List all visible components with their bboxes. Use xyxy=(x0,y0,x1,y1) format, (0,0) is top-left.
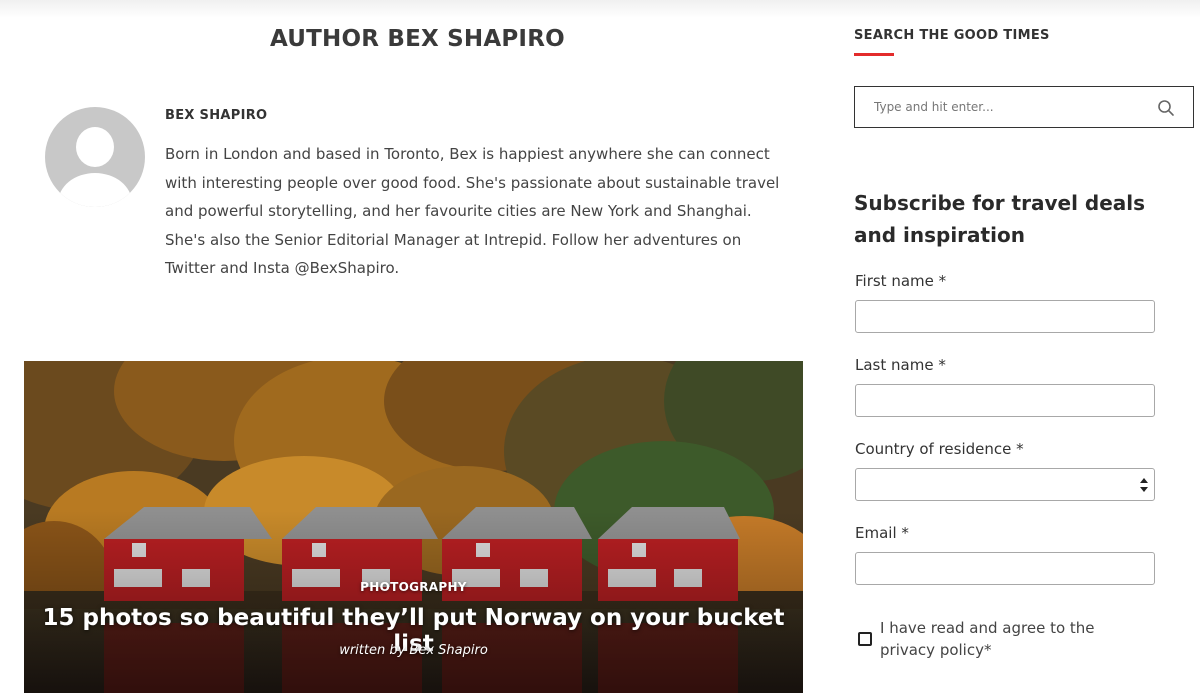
featured-post-card[interactable]: PHOTOGRAPHY 15 photos so beautiful they’… xyxy=(24,361,803,693)
heading-underline xyxy=(854,53,894,56)
first-name-field[interactable] xyxy=(855,300,1155,333)
email-field[interactable] xyxy=(855,552,1155,585)
privacy-consent-label[interactable]: I have read and agree to the privacy pol… xyxy=(880,617,1140,661)
author-bio: Born in London and based in Toronto, Bex… xyxy=(165,145,780,278)
email-label: Email * xyxy=(855,524,909,542)
search-icon[interactable] xyxy=(1157,99,1175,117)
top-shadow xyxy=(0,0,1200,18)
privacy-consent-checkbox[interactable] xyxy=(858,632,872,646)
post-category[interactable]: PHOTOGRAPHY xyxy=(24,580,803,594)
last-name-field[interactable] xyxy=(855,384,1155,417)
country-select[interactable] xyxy=(855,468,1155,501)
author-name: BEX SHAPIRO xyxy=(165,108,268,123)
select-arrows-icon xyxy=(1140,478,1148,492)
page-title: AUTHOR BEX SHAPIRO xyxy=(270,26,565,52)
last-name-label: Last name * xyxy=(855,356,946,374)
search-input[interactable] xyxy=(855,87,1145,127)
avatar-shoulders xyxy=(58,173,132,207)
country-label: Country of residence * xyxy=(855,440,1024,458)
search-heading: SEARCH THE GOOD TIMES xyxy=(854,28,1050,43)
subscribe-title: Subscribe for travel deals and inspirati… xyxy=(854,191,1146,247)
author-avatar xyxy=(45,107,145,207)
post-byline: written by Bex Shapiro xyxy=(339,643,488,658)
search-box[interactable] xyxy=(854,86,1194,128)
first-name-label: First name * xyxy=(855,272,947,290)
avatar-head xyxy=(76,127,114,167)
